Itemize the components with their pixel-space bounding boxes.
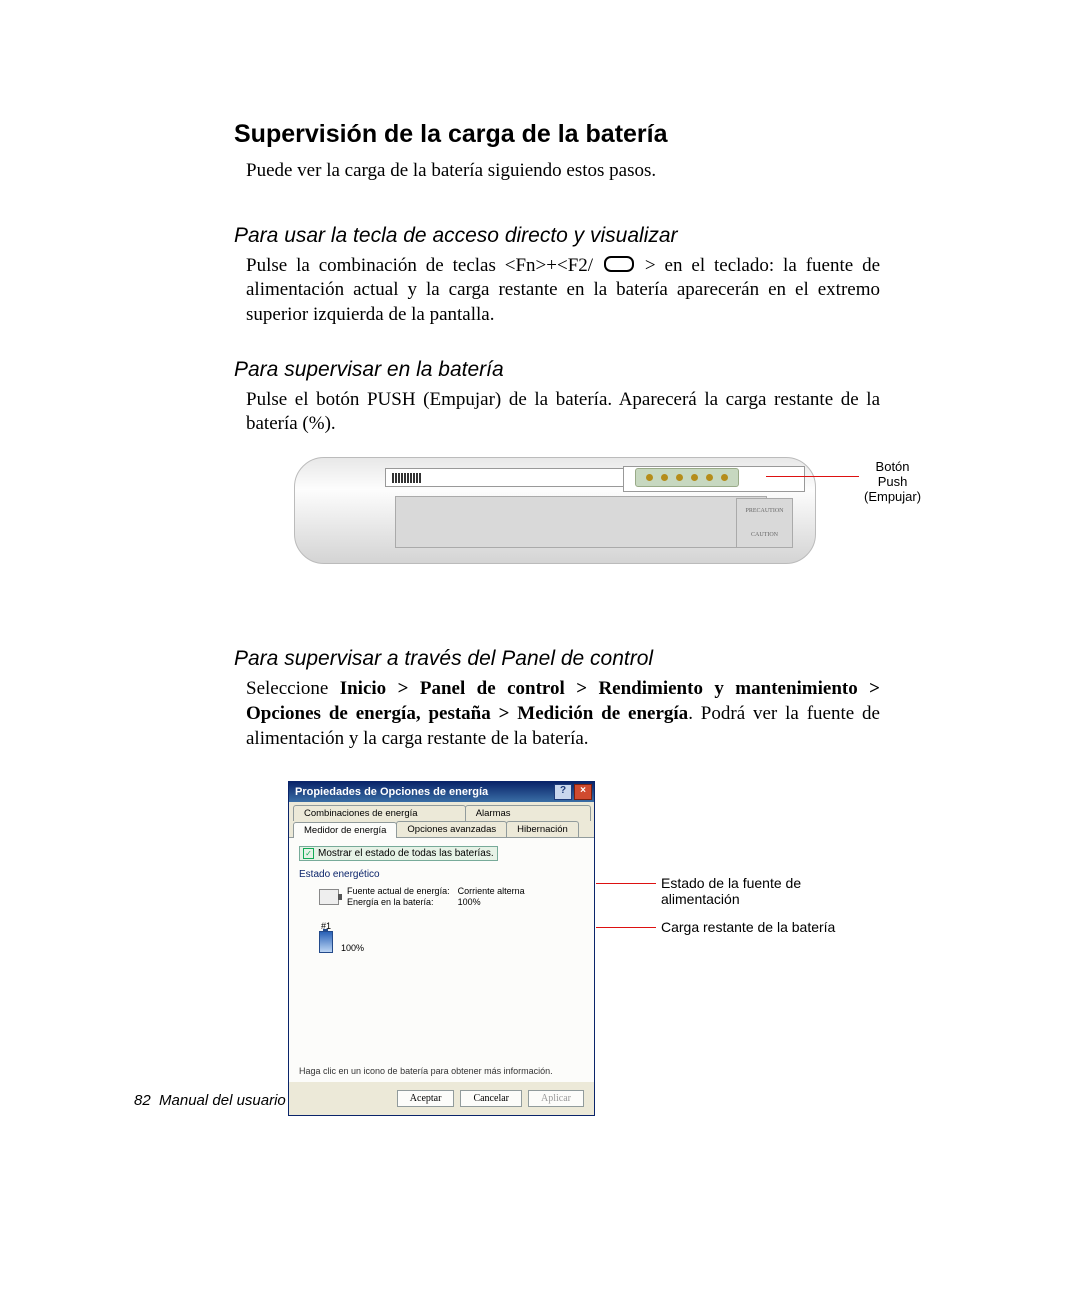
battery-key-icon <box>604 256 634 272</box>
battery-illustration: PRECAUTIONCAUTION Botón Push(Empujar) <box>294 457 880 587</box>
dialog-panel: ✓ Mostrar el estado de todas las batería… <box>289 838 594 1082</box>
battery-percent: 100% <box>341 943 364 953</box>
battery-side-sticker: PRECAUTIONCAUTION <box>736 498 793 548</box>
close-button[interactable]: × <box>574 784 592 800</box>
power-source-value: Corriente alterna <box>458 886 525 896</box>
ok-button[interactable]: Aceptar <box>397 1090 455 1107</box>
tab-advanced[interactable]: Opciones avanzadas <box>396 821 507 837</box>
help-button[interactable]: ? <box>554 784 572 800</box>
battery-energy-value: 100% <box>458 897 481 907</box>
section2-title: Para supervisar en la batería <box>234 358 880 382</box>
dialog-title: Propiedades de Opciones de energía <box>295 786 488 798</box>
section3-title: Para supervisar a través del Panel de co… <box>234 647 880 671</box>
callout-line <box>596 883 656 884</box>
push-button-callout: Botón Push(Empujar) <box>864 459 921 504</box>
power-options-dialog: Propiedades de Opciones de energía ? × C… <box>288 781 595 1116</box>
push-button-icon <box>721 474 728 481</box>
dialog-titlebar: Propiedades de Opciones de energía ? × <box>289 782 594 802</box>
page-number: 82 <box>134 1092 151 1109</box>
dialog-hint: Haga clic en un icono de batería para ob… <box>299 1066 584 1076</box>
checkbox-icon: ✓ <box>303 848 314 859</box>
tab-alarms[interactable]: Alarmas <box>465 805 591 821</box>
text: Pulse la combinación de teclas <Fn>+<F2/ <box>246 255 593 276</box>
text: Seleccione <box>246 678 340 699</box>
power-source-row: Fuente actual de energía: Energía en la … <box>319 886 584 907</box>
plug-icon <box>319 889 339 905</box>
callout-line <box>766 476 859 477</box>
tab-combinations[interactable]: Combinaciones de energía <box>293 805 466 821</box>
section3-body: Seleccione Inicio > Panel de control > R… <box>246 677 880 751</box>
page-footer: 82 Manual del usuario <box>134 1092 286 1109</box>
section2-body: Pulse el botón PUSH (Empujar) de la bate… <box>246 388 880 437</box>
callout-line <box>596 927 656 928</box>
intro-text: Puede ver la carga de la batería siguien… <box>246 159 880 184</box>
tab-hibernation[interactable]: Hibernación <box>506 821 579 837</box>
cancel-button[interactable]: Cancelar <box>460 1090 522 1107</box>
power-source-label: Fuente actual de energía: <box>347 886 450 896</box>
checkbox-label: Mostrar el estado de todas las baterías. <box>318 848 494 859</box>
page-title: Supervisión de la carga de la batería <box>234 120 880 149</box>
battery-row: #1 100% <box>319 921 584 953</box>
battery-label-sticker <box>395 496 767 548</box>
battery-icon[interactable] <box>319 931 333 953</box>
callout-battery-charge: Carga restante de la batería <box>661 919 835 935</box>
battery-leds <box>635 468 739 487</box>
section1-title: Para usar la tecla de acceso directo y v… <box>234 224 880 248</box>
power-status-group: Estado energético <box>299 869 584 880</box>
battery-body: PRECAUTIONCAUTION <box>294 457 816 564</box>
footer-text: Manual del usuario <box>159 1092 286 1109</box>
apply-button[interactable]: Aplicar <box>528 1090 584 1107</box>
callout-power-source: Estado de la fuente de alimentación <box>661 875 880 907</box>
tab-power-meter[interactable]: Medidor de energía <box>293 822 397 838</box>
section1-body: Pulse la combinación de teclas <Fn>+<F2/… <box>246 254 880 328</box>
dialog-button-bar: Aceptar Cancelar Aplicar <box>289 1082 594 1115</box>
battery-energy-label: Energía en la batería: <box>347 897 434 907</box>
dialog-tabs: Combinaciones de energía Alarmas Medidor… <box>289 802 594 838</box>
show-all-batteries-checkbox[interactable]: ✓ Mostrar el estado de todas las batería… <box>299 846 498 861</box>
